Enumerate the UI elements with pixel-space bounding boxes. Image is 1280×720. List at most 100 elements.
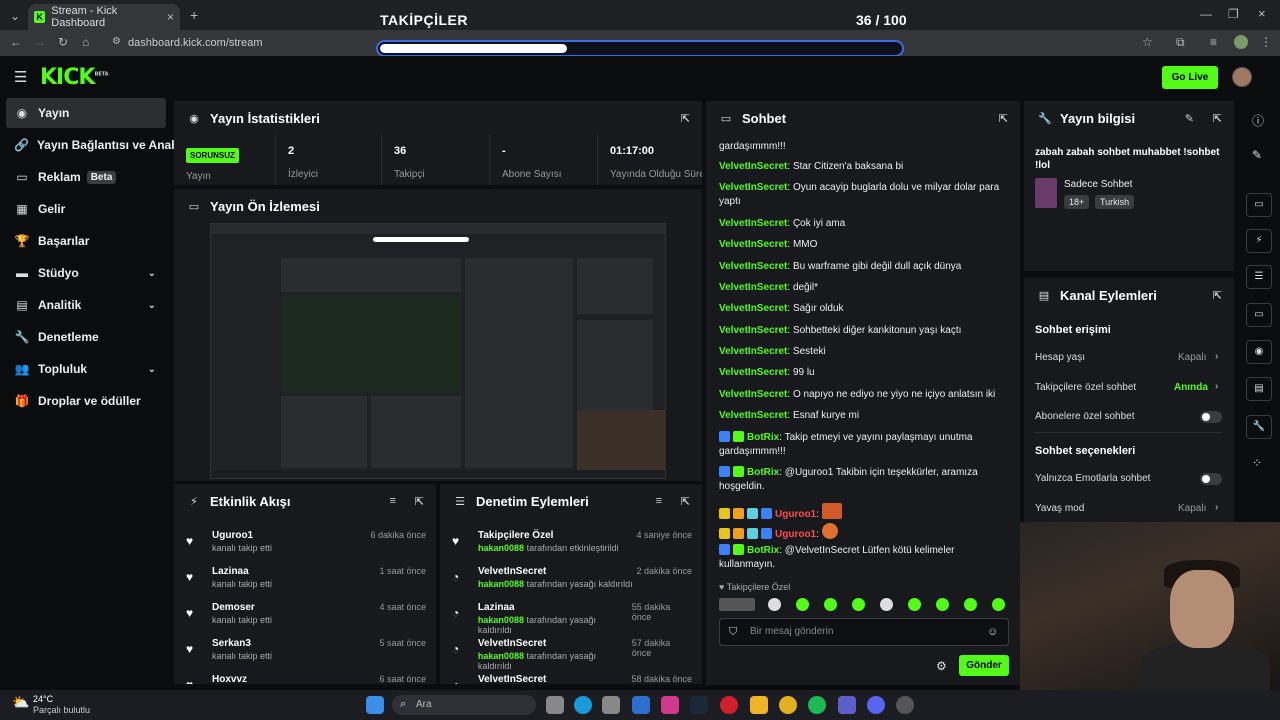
emote-icon[interactable] [852,598,865,611]
chat-user[interactable]: Uguroo1 [775,509,816,520]
emote-icon[interactable] [936,598,949,611]
chat-user[interactable]: VelvetInSecret [719,282,787,293]
sidebar-item-denetleme[interactable]: 🔧 Denetleme [6,322,166,352]
edit-pencil-icon[interactable]: ✎ [1185,112,1194,125]
chat-user[interactable]: BotRix [747,432,779,443]
stats-toggle-icon[interactable]: ◉ [1246,340,1272,364]
weather-icon[interactable]: ⛅ [12,694,29,711]
teams-icon[interactable] [838,696,856,714]
recent-emote-icon[interactable] [719,598,755,611]
emote-icon[interactable] [964,598,977,611]
restore-icon[interactable]: ❐ [1228,7,1239,21]
task-view-icon[interactable] [546,696,564,714]
sidebar-item-droplar[interactable]: 🎁 Droplar ve ödüller [6,386,166,416]
popout-icon[interactable]: ⇱ [681,495,690,508]
more-widgets-icon[interactable]: ⁘ [1252,456,1262,470]
chevron-right-icon[interactable]: › [1215,502,1218,513]
category-name[interactable]: Sadece Sohbet [1064,179,1132,190]
activity-toggle-icon[interactable]: ⚡ [1246,229,1272,253]
chat-user[interactable]: VelvetInSecret [719,303,787,314]
followers-only-value[interactable]: Anında [1174,382,1208,393]
browser-tab[interactable]: K Stream - Kick Dashboard × [28,4,180,30]
emote-icon[interactable] [768,598,781,611]
profile-icon[interactable] [1234,35,1248,49]
hamburger-menu-icon[interactable]: ☰ [14,68,27,86]
reload-icon[interactable]: ↻ [58,35,68,49]
windows-start-icon[interactable] [366,696,384,714]
category-thumbnail[interactable] [1035,178,1057,208]
send-button[interactable]: Gönder [959,655,1009,676]
app-icon[interactable] [896,696,914,714]
emote-icon[interactable] [992,598,1005,611]
chat-user[interactable]: VelvetInSecret [719,325,787,336]
emote-icon[interactable] [908,598,921,611]
chat-user[interactable]: VelvetInSecret [719,161,787,172]
emote-icon[interactable] [880,598,893,611]
chevron-right-icon[interactable]: › [1215,381,1218,392]
close-window-icon[interactable]: × [1258,6,1266,21]
chat-user[interactable]: BotRix [747,545,779,556]
chat-user[interactable]: VelvetInSecret [719,239,787,250]
outlook-icon[interactable] [632,696,650,714]
moderation-toggle-icon[interactable]: ☰ [1246,265,1272,289]
sidebar-item-stream-key[interactable]: 🔗 Yayın Bağlantısı ve Anahtarı [6,130,176,160]
chat-user[interactable]: VelvetInSecret [719,367,787,378]
chat-user[interactable]: VelvetInSecret [719,218,787,229]
back-icon[interactable]: ← [10,35,22,49]
chrome-icon[interactable] [779,696,797,714]
media-icon[interactable]: ≡ [1210,35,1217,49]
slow-mode-value[interactable]: Kapalı [1178,503,1206,514]
edge-icon[interactable] [574,696,592,714]
store-icon[interactable] [602,696,620,714]
close-tab-icon[interactable]: × [167,10,174,24]
stream-preview-video[interactable] [210,223,666,479]
chat-user[interactable]: VelvetInSecret [719,346,787,357]
tab-list-icon[interactable]: ⌄ [10,9,20,23]
discord-icon[interactable] [867,696,885,714]
chat-user[interactable]: VelvetInSecret [719,410,787,421]
popout-icon[interactable]: ⇱ [1213,289,1222,302]
emoji-picker-icon[interactable]: ☺ [987,626,998,638]
actions-toggle-icon[interactable]: ▤ [1246,377,1272,401]
taskbar-search[interactable]: Ara [392,695,536,715]
kick-logo[interactable]: KICKBETA [40,65,109,90]
subs-only-toggle[interactable] [1200,411,1222,423]
site-info-icon[interactable]: ⚙ [112,36,121,47]
sidebar-item-yayin[interactable]: ◉ Yayın [6,98,166,128]
spotify-icon[interactable] [808,696,826,714]
new-tab-icon[interactable]: + [190,7,198,23]
chat-user[interactable]: VelvetInSecret [719,389,787,400]
popout-icon[interactable]: ⇱ [415,495,424,508]
chat-user[interactable]: VelvetInSecret [719,182,787,193]
sidebar-item-analitik[interactable]: ▤ Analitik ⌄ [6,290,166,320]
edit-pencil-icon[interactable]: ✎ [1252,148,1262,162]
sidebar-item-basarilar[interactable]: 🏆 Başarılar [6,226,166,256]
account-age-value[interactable]: Kapalı [1178,352,1206,363]
chat-user[interactable]: VelvetInSecret [719,261,787,272]
opera-icon[interactable] [720,696,738,714]
info-toggle-icon[interactable]: 🔧 [1246,415,1272,439]
emote-icon[interactable] [824,598,837,611]
steam-icon[interactable] [690,696,708,714]
home-icon[interactable]: ⌂ [82,35,89,49]
chat-settings-gear-icon[interactable]: ⚙ [936,659,947,673]
emote-only-toggle[interactable] [1200,473,1222,485]
forward-icon[interactable]: → [34,35,46,49]
menu-dots-icon[interactable]: ⋮ [1260,35,1272,49]
extensions-icon[interactable]: ⧉ [1176,35,1185,50]
bookmark-star-icon[interactable]: ☆ [1142,35,1153,49]
emote-icon[interactable] [796,598,809,611]
go-live-button[interactable]: Go Live [1162,66,1218,89]
chat-message-input[interactable]: Bir mesaj gönderin [719,618,1009,646]
popout-icon[interactable]: ⇱ [1213,112,1222,125]
sidebar-item-topluluk[interactable]: 👥 Topluluk ⌄ [6,354,166,384]
minimize-icon[interactable]: — [1200,7,1212,21]
folder-icon[interactable] [750,696,768,714]
chat-user[interactable]: Uguroo1 [775,529,816,540]
popout-icon[interactable]: ⇱ [681,112,690,125]
chat-user[interactable]: BotRix [747,467,779,478]
sidebar-item-reklam[interactable]: ▭ Reklam Beta [6,162,166,192]
preview-toggle-icon[interactable]: ▭ [1246,193,1272,217]
popout-icon[interactable]: ⇱ [999,112,1008,125]
url-field[interactable]: dashboard.kick.com/stream [106,33,376,53]
